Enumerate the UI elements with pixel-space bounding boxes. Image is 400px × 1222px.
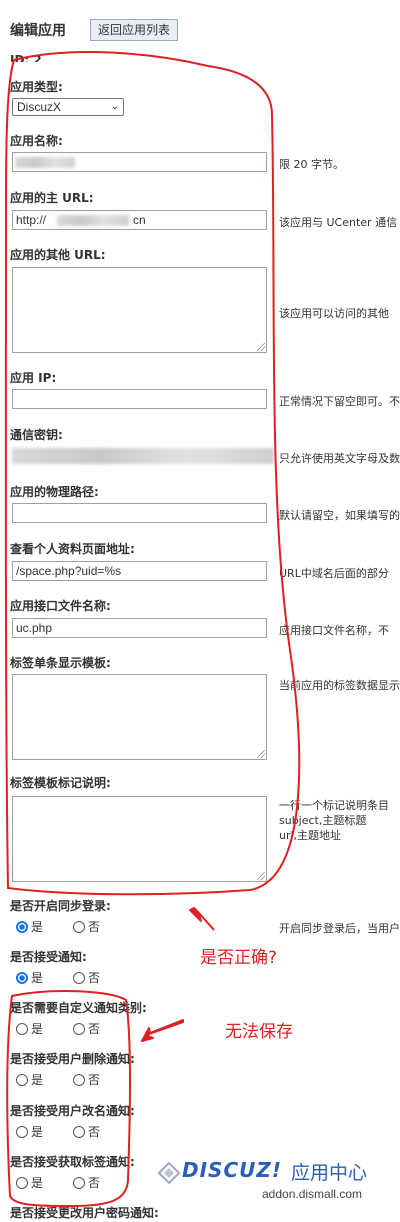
watermark-brand-cn: 应用中心 [291,1162,368,1184]
discuz-logo-icon [157,1161,181,1185]
watermark-brand: DISCUZ! [182,1158,282,1182]
watermark: DISCUZ! 应用中心 addon.dismall.com [156,1158,394,1206]
annotation-cannot-save: 无法保存 [225,1022,293,1042]
annotation-overlay [4,51,301,1208]
arrow-icon [141,1019,184,1042]
watermark-domain: addon.dismall.com [262,1187,363,1201]
annotation-question: 是否正确? [200,948,278,968]
annotation-outline-notify [6,990,131,1208]
arrow-icon [189,907,215,931]
annotation-outline-main [4,51,301,896]
